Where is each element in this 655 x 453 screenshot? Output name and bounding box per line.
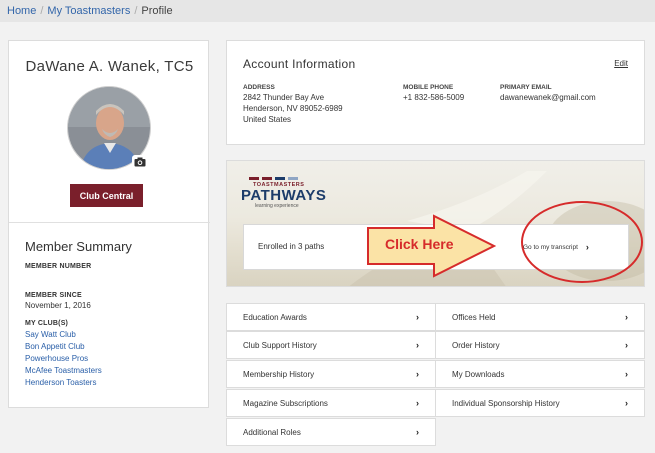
address-line-3: United States: [243, 115, 292, 124]
club-central-button[interactable]: Club Central: [70, 184, 143, 207]
breadcrumb-separator: /: [134, 5, 138, 17]
address-line-1: 2842 Thunder Bay Ave: [243, 93, 325, 102]
my-clubs-label: MY CLUB(S): [25, 320, 69, 327]
club-support-history-link[interactable]: Club Support History ›: [226, 331, 436, 359]
link-label: Individual Sponsorship History: [452, 398, 560, 408]
link-label: My Downloads: [452, 369, 505, 379]
pathways-logo: TOASTMASTERS PATHWAYS learning experienc…: [241, 177, 326, 209]
divider: [9, 222, 210, 223]
magazine-subscriptions-link[interactable]: Magazine Subscriptions ›: [226, 389, 436, 417]
breadcrumb-current: Profile: [141, 5, 173, 17]
club-link[interactable]: Say Watt Club: [25, 330, 76, 339]
address-line-2: Henderson, NV 89052-6989: [243, 104, 343, 113]
membership-history-link[interactable]: Membership History ›: [226, 360, 436, 388]
club-link[interactable]: Bon Appetit Club: [25, 342, 85, 351]
primary-email-label: PRIMARY EMAIL: [500, 84, 552, 91]
address-label: ADDRESS: [243, 84, 275, 91]
breadcrumb: Home / My Toastmasters / Profile: [0, 0, 655, 22]
breadcrumb-home-link[interactable]: Home: [7, 5, 36, 17]
member-since-label: MEMBER SINCE: [25, 292, 82, 299]
member-number-label: MEMBER NUMBER: [25, 263, 92, 270]
profile-card: DaWane A. Wanek, TC5 Club Central Member…: [8, 40, 210, 408]
chevron-right-icon: ›: [416, 312, 419, 322]
mobile-phone-value: +1 832-586-5009: [403, 93, 465, 102]
chevron-right-icon: ›: [416, 340, 419, 350]
click-here-annotation: Click Here: [385, 236, 454, 252]
camera-icon[interactable]: [132, 155, 147, 168]
club-link[interactable]: McAfee Toastmasters: [25, 366, 102, 375]
link-label: Magazine Subscriptions: [243, 398, 328, 408]
offices-held-link[interactable]: Offices Held ›: [435, 303, 645, 331]
annotation-oval: [521, 201, 643, 283]
link-label: Offices Held: [452, 312, 496, 322]
chevron-right-icon: ›: [416, 427, 419, 437]
breadcrumb-my-toastmasters-link[interactable]: My Toastmasters: [47, 5, 130, 17]
member-summary-title: Member Summary: [25, 239, 132, 254]
individual-sponsorship-history-link[interactable]: Individual Sponsorship History ›: [435, 389, 645, 417]
order-history-link[interactable]: Order History ›: [435, 331, 645, 359]
link-label: Order History: [452, 340, 500, 350]
chevron-right-icon: ›: [416, 398, 419, 408]
my-downloads-link[interactable]: My Downloads ›: [435, 360, 645, 388]
profile-name: DaWane A. Wanek, TC5: [25, 58, 194, 75]
club-link[interactable]: Henderson Toasters: [25, 378, 96, 387]
enrolled-paths-text: Enrolled in 3 paths: [258, 242, 325, 251]
chevron-right-icon: ›: [625, 369, 628, 379]
link-label: Membership History: [243, 369, 315, 379]
link-label: Additional Roles: [243, 427, 301, 437]
link-label: Education Awards: [243, 312, 307, 322]
chevron-right-icon: ›: [625, 398, 628, 408]
chevron-right-icon: ›: [625, 340, 628, 350]
additional-roles-link[interactable]: Additional Roles ›: [226, 418, 436, 446]
link-label: Club Support History: [243, 340, 317, 350]
member-since-value: November 1, 2016: [25, 301, 91, 310]
chevron-right-icon: ›: [625, 312, 628, 322]
primary-email-value: dawanewanek@gmail.com: [500, 93, 596, 102]
club-link[interactable]: Powerhouse Pros: [25, 354, 88, 363]
account-information-title: Account Information: [243, 57, 356, 71]
breadcrumb-separator: /: [40, 5, 44, 17]
logo-pathways-text: PATHWAYS: [241, 187, 327, 204]
chevron-right-icon: ›: [416, 369, 419, 379]
mobile-phone-label: MOBILE PHONE: [403, 84, 454, 91]
edit-link[interactable]: Edit: [614, 59, 628, 68]
education-awards-link[interactable]: Education Awards ›: [226, 303, 436, 331]
account-information-card: Account Information Edit ADDRESS 2842 Th…: [226, 40, 645, 145]
